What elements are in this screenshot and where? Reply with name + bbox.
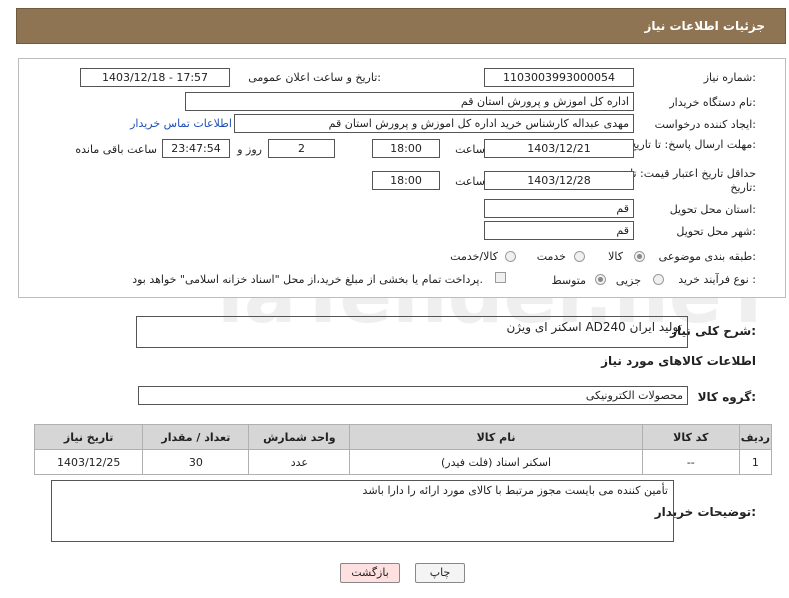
table-row: 1 -- اسکنر اسناد (فلت فیدر) عدد 30 1403/… [33, 449, 773, 475]
category-label: طبقه بندی موضوعی: [658, 250, 756, 263]
goods-group-label: گروه کالا: [697, 390, 756, 404]
goods-group-field: محصولات الکترونیکی [138, 386, 688, 405]
price-time-field: 18:00 [372, 171, 440, 190]
need-number-field: 1103003993000054 [484, 68, 634, 87]
process-option-medium: متوسط [551, 274, 586, 287]
col-header-unit: واحد شمارش [248, 424, 351, 450]
city-field: قم [484, 221, 634, 240]
col-header-quantity: تعداد / مقدار [142, 424, 250, 450]
cell-unit: عدد [248, 449, 351, 475]
requester-field: مهدی عبداله کارشناس خرید اداره کل اموزش … [234, 114, 634, 133]
contact-info-link[interactable]: اطلاعات تماس خریدار [130, 117, 232, 130]
print-button[interactable]: چاپ [415, 563, 465, 583]
buyer-org-field: اداره کل اموزش و پرورش استان قم [185, 92, 634, 111]
remaining-time-field: 23:47:54 [162, 139, 230, 158]
cell-date: 1403/12/25 [33, 449, 144, 475]
buyer-notes-field: تأمین کننده می بایست مجوز مرتبط با کالای… [51, 480, 674, 542]
price-validity-label: حداقل تاریخ اعتبار قیمت: تا تاریخ: [630, 167, 756, 194]
buyer-org-label: نام دستگاه خریدار: [669, 96, 756, 109]
col-header-code: کد کالا [641, 424, 740, 450]
page-header: جزئیات اطلاعات نیاز [16, 8, 786, 44]
col-header-date: تاریخ نیاز [33, 424, 144, 450]
description-field: اسکنر ای ویژن AD240 تولید ایران [136, 316, 688, 348]
cell-row-number: 1 [738, 449, 773, 475]
reply-date-field: 1403/12/21 [484, 139, 634, 158]
table-header-row: ردیف کد کالا نام کالا واحد شمارش تعداد /… [33, 424, 773, 450]
price-date-field: 1403/12/28 [484, 171, 634, 190]
reply-time-field: 18:00 [372, 139, 440, 158]
announce-label: تاریخ و ساعت اعلان عمومی: [248, 71, 381, 84]
category-radio-goods-service[interactable] [505, 251, 516, 262]
province-label: استان محل تحویل: [669, 203, 756, 216]
city-label: شهر محل تحویل: [676, 225, 756, 238]
back-button[interactable]: بازگشت [340, 563, 400, 583]
category-option-goods-service: کالا/خدمت [450, 250, 498, 263]
process-radio-minor[interactable] [653, 274, 664, 285]
announce-field: 1403/12/18 - 17:57 [80, 68, 230, 87]
requester-label: ایجاد کننده درخواست: [654, 118, 756, 131]
col-header-name: نام کالا [349, 424, 643, 450]
province-field: قم [484, 199, 634, 218]
category-radio-goods[interactable] [634, 251, 645, 262]
need-number-label: شماره نیاز: [703, 71, 756, 84]
process-option-minor: جزیی [615, 274, 641, 287]
category-radio-service[interactable] [574, 251, 585, 262]
days-field: 2 [268, 139, 335, 158]
goods-table: ردیف کد کالا نام کالا واحد شمارش تعداد /… [33, 424, 773, 475]
cell-code: -- [641, 449, 740, 475]
remaining-label: ساعت باقی مانده [75, 143, 157, 156]
payment-note: پرداخت تمام یا بخشی از مبلغ خرید،از محل … [132, 273, 483, 286]
category-option-goods: کالا [608, 250, 623, 263]
process-label: نوع فرآیند خرید : [678, 273, 756, 286]
goods-section-title: اطلاعات کالاهای مورد نیاز [601, 354, 756, 368]
reply-deadline-label: مهلت ارسال پاسخ: تا تاریخ: [629, 138, 756, 151]
process-radio-medium[interactable] [595, 274, 606, 285]
page-title: جزئیات اطلاعات نیاز [644, 19, 765, 33]
reply-time-label: ساعت [455, 143, 485, 156]
cell-name: اسکنر اسناد (فلت فیدر) [349, 449, 643, 475]
price-time-label: ساعت [455, 175, 485, 188]
payment-checkbox[interactable] [495, 272, 506, 283]
cell-quantity: 30 [142, 449, 250, 475]
days-label: روز و [237, 143, 262, 156]
col-header-row-number: ردیف [738, 424, 773, 450]
category-option-service: خدمت [536, 250, 566, 263]
